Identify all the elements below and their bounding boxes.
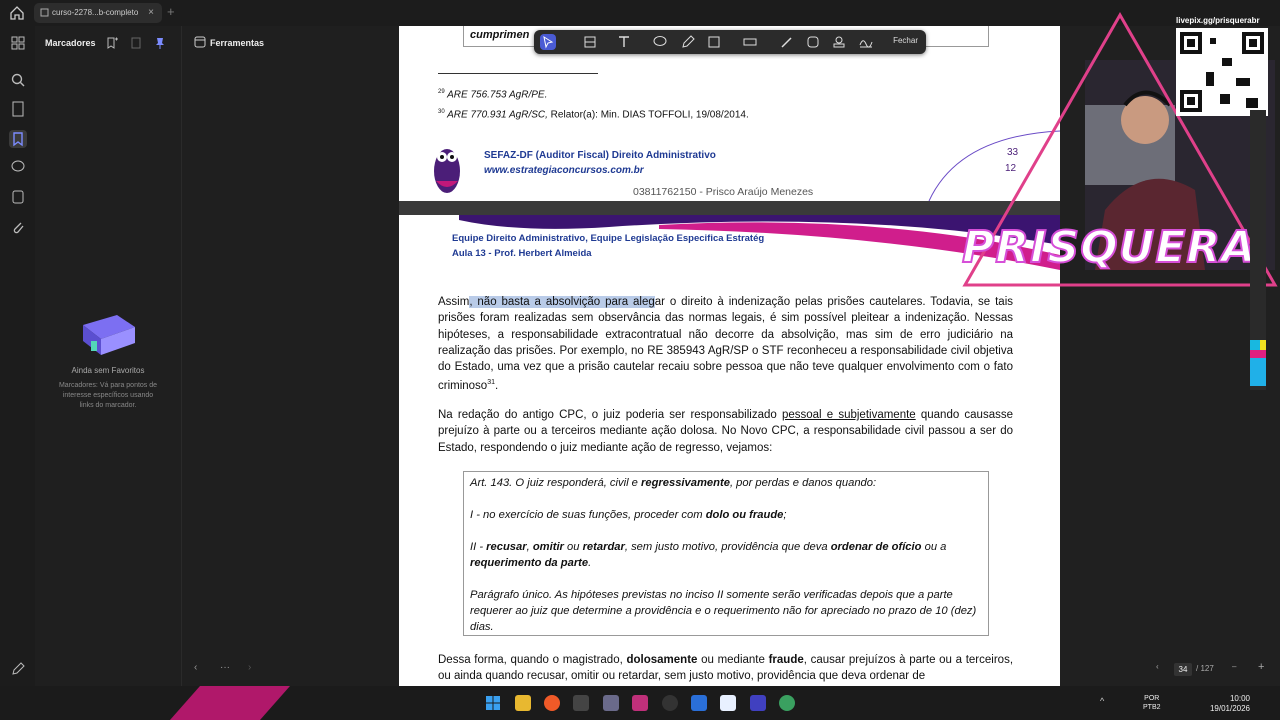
brave-browser-icon[interactable]: [544, 695, 560, 711]
signature-tool-icon[interactable]: [858, 34, 874, 50]
bookmarks-panel: Marcadores Ainda sem Favoritos Marcadore…: [35, 26, 181, 686]
app-icon[interactable]: [573, 695, 589, 711]
cursor-icon: [543, 35, 554, 49]
team-header: Equipe Direito Administrativo, Equipe Le…: [452, 233, 765, 244]
tab-title: curso-2278...b-completo: [52, 8, 139, 17]
chrome-icon[interactable]: [779, 695, 795, 711]
paragraph-3[interactable]: Dessa forma, quando o magistrado, dolosa…: [438, 652, 1013, 685]
comment-icon[interactable]: [9, 158, 27, 176]
quote-tail-text: cumprimen: [470, 29, 530, 41]
select-tool-button[interactable]: [540, 34, 556, 50]
course-title: SEFAZ-DF (Auditor Fiscal) Direito Admini…: [484, 150, 716, 161]
quote-inciso-2: II - recusar, omitir ou retardar, sem ju…: [470, 541, 947, 569]
next-arrow-icon[interactable]: ›: [248, 662, 251, 673]
windows-start-icon[interactable]: [485, 695, 501, 711]
quote-art-143: Art. 143. O juiz responderá, civil e reg…: [470, 477, 877, 489]
paragraph-1[interactable]: Assim, não basta a absolvição para alega…: [438, 294, 1013, 395]
sidebar-nav: ‹ ··· ›: [190, 662, 270, 678]
app-icon-2[interactable]: [603, 695, 619, 711]
file-explorer-icon[interactable]: [515, 695, 531, 711]
pages-icon[interactable]: [9, 100, 27, 118]
zoom-out-icon[interactable]: –: [1232, 662, 1236, 671]
qr-code: [1176, 28, 1268, 116]
layers-icon[interactable]: [9, 188, 27, 206]
home-icon[interactable]: [9, 5, 25, 21]
crop-icon[interactable]: [582, 34, 598, 50]
owl-logo-icon: [434, 149, 460, 193]
bookmark-settings-icon[interactable]: [129, 36, 143, 50]
add-bookmark-icon[interactable]: [105, 36, 119, 50]
empty-bookmarks-illustration: [83, 315, 135, 355]
footnote-29: 29 ARE 756.753 AgR/PE.: [438, 89, 548, 101]
pdf-app-icon[interactable]: [750, 695, 766, 711]
zoom-in-icon[interactable]: +: [1258, 661, 1264, 673]
search-icon[interactable]: [9, 71, 27, 89]
page-navigation: ‹ 34 / 127 – +: [1150, 661, 1275, 678]
close-toolbar-button[interactable]: Fechar: [893, 36, 918, 45]
tools-icon: [194, 36, 206, 48]
quote-paragrafo-unico: Parágrafo único. As hipóteses previstas …: [470, 589, 977, 633]
shape-tool-icon[interactable]: [706, 34, 722, 50]
tools-title[interactable]: Ferramentas: [210, 38, 264, 48]
bookmark-icon: [13, 132, 23, 147]
tray-chevron-icon[interactable]: ^: [1100, 696, 1104, 706]
lesson-header: Aula 13 - Prof. Herbert Almeida: [452, 248, 592, 259]
apps-icon[interactable]: [9, 34, 27, 52]
wallpaper-accent: [170, 686, 290, 720]
owner-watermark: 03811762150 - Prisco Araújo Menezes: [633, 186, 814, 198]
streamer-brand: PRISQUERA: [961, 221, 1257, 274]
clock[interactable]: 10:00 19/01/2026: [1210, 694, 1250, 714]
qr-label: livepix.gg/prisquerabr: [1176, 16, 1260, 25]
pencil-tool-icon[interactable]: [779, 34, 795, 50]
prev-arrow-icon[interactable]: ‹: [194, 662, 197, 673]
highlight-tool-icon[interactable]: [742, 34, 758, 50]
document-icon: [40, 8, 49, 17]
pin-icon[interactable]: [153, 36, 167, 50]
tools-panel: Ferramentas: [181, 26, 400, 686]
obs-icon[interactable]: [662, 695, 678, 711]
highlighted-text[interactable]: , não basta a absolvição para aleg: [469, 296, 655, 308]
attachment-icon[interactable]: [9, 218, 27, 236]
law-quote-box: Art. 143. O juiz responderá, civil e reg…: [463, 471, 989, 636]
left-rail: [0, 26, 35, 686]
footnote-divider: [438, 73, 598, 74]
stamp-tool-icon[interactable]: [831, 34, 847, 50]
app-icon-5[interactable]: [720, 695, 736, 711]
paragraph-2[interactable]: Na redação do antigo CPC, o juiz poderia…: [438, 407, 1013, 456]
taskbar: ^ POR PTB2 10:00 19/01/2026: [0, 686, 1280, 720]
document-tab[interactable]: curso-2278...b-completo ×: [34, 3, 162, 23]
edit-icon[interactable]: [9, 660, 27, 678]
new-tab-icon[interactable]: +: [167, 4, 175, 19]
app-icon-3[interactable]: [632, 695, 648, 711]
annotation-toolbar: Fechar: [534, 30, 926, 54]
drawing-palette[interactable]: [1248, 110, 1268, 390]
app-icon-4[interactable]: [691, 695, 707, 711]
language-indicator[interactable]: POR PTB2: [1143, 694, 1161, 712]
pen-tool-icon[interactable]: [680, 34, 696, 50]
comment-tool-icon[interactable]: [652, 34, 668, 50]
text-tool-icon[interactable]: [616, 34, 632, 50]
sticker-tool-icon[interactable]: [805, 34, 821, 50]
bookmarks-title: Marcadores: [45, 38, 96, 48]
current-page-input[interactable]: 34: [1174, 663, 1192, 676]
course-site-link[interactable]: www.estrategiaconcursos.com.br: [484, 165, 644, 176]
page-total-label: / 127: [1196, 664, 1214, 673]
empty-bookmarks-text: Marcadores: Vá para pontos de interesse …: [58, 382, 158, 409]
footnote-30: 30 ARE 770.931 AgR/SC, Relator(a): Min. …: [438, 109, 749, 121]
prev-page-icon[interactable]: ‹: [1156, 662, 1159, 671]
bookmark-rail-button[interactable]: [9, 130, 27, 148]
close-tab-icon[interactable]: ×: [148, 7, 154, 18]
more-icon[interactable]: ···: [220, 662, 230, 673]
empty-bookmarks-title: Ainda sem Favoritos: [71, 366, 145, 375]
quote-inciso-1: I - no exercício de suas funções, proced…: [470, 509, 787, 521]
